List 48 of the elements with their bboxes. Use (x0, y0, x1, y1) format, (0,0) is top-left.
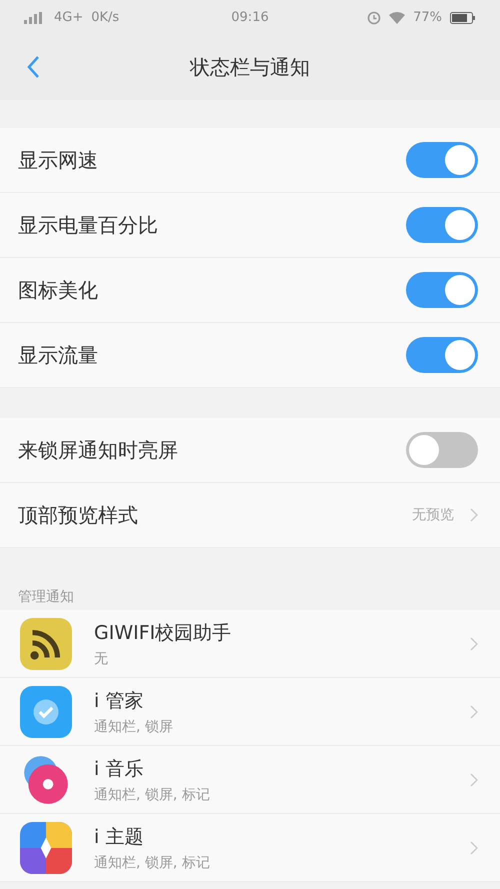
setting-label: 显示电量百分比 (18, 212, 158, 238)
chevron-icon (470, 508, 478, 522)
toggle-switch[interactable] (406, 337, 478, 373)
notification-types: 通知栏, 锁屏 (94, 718, 174, 736)
settings-row[interactable]: 显示网速 (0, 128, 500, 193)
setting-label: 来锁屏通知时亮屏 (18, 436, 178, 464)
setting-label: 顶部预览样式 (18, 502, 138, 528)
section-header: 管理通知 (18, 588, 74, 606)
toggle-switch[interactable] (406, 272, 478, 308)
wifi-icon (389, 12, 406, 24)
setting-label: 图标美化 (18, 276, 98, 304)
alarm-icon (367, 10, 382, 24)
notification-types: 无 (94, 650, 109, 668)
shield-app-icon (20, 686, 72, 738)
toggle-switch[interactable] (406, 432, 478, 468)
battery-icon (450, 12, 476, 24)
chevron-icon (470, 840, 478, 854)
app-row[interactable]: i 音乐 通知栏, 锁屏, 标记 (0, 746, 500, 814)
network-type: 4G+ (54, 10, 84, 25)
app-name: i 主题 (94, 824, 144, 850)
app-name: i 音乐 (94, 756, 144, 782)
wifi-app-icon (20, 618, 72, 670)
notification-types: 通知栏, 锁屏, 标记 (94, 854, 211, 872)
toggle-switch[interactable] (406, 142, 478, 178)
chevron-icon (470, 772, 478, 786)
battery-percent: 77% (413, 10, 442, 25)
settings-row[interactable]: 来锁屏通知时亮屏 (0, 418, 500, 483)
settings-row[interactable]: 显示电量百分比 (0, 193, 500, 258)
chevron-icon (470, 704, 478, 718)
app-row[interactable]: GIWIFI校园助手 无 (0, 610, 500, 678)
app-name: i 管家 (94, 688, 144, 714)
clock: 09:16 (231, 10, 269, 25)
settings-row[interactable]: 显示流量 (0, 323, 500, 388)
setting-label: 显示流量 (18, 342, 98, 368)
back-icon (26, 55, 40, 79)
setting-label: 显示网速 (18, 146, 98, 174)
setting-value: 无预览 (412, 506, 454, 524)
app-row[interactable]: i 主题 通知栏, 锁屏, 标记 (0, 814, 500, 882)
notification-types: 通知栏, 锁屏, 标记 (94, 786, 211, 804)
network-speed: 0K/s (91, 10, 120, 25)
page-title: 状态栏与通知 (190, 54, 310, 81)
settings-row[interactable]: 图标美化 (0, 258, 500, 323)
settings-row[interactable]: 顶部预览样式 无预览 (0, 483, 500, 548)
toggle-switch[interactable] (406, 207, 478, 243)
app-row[interactable]: i 管家 通知栏, 锁屏 (0, 678, 500, 746)
app-name: GIWIFI校园助手 (94, 620, 232, 646)
theme-app-icon (20, 822, 72, 874)
chevron-icon (470, 636, 478, 650)
